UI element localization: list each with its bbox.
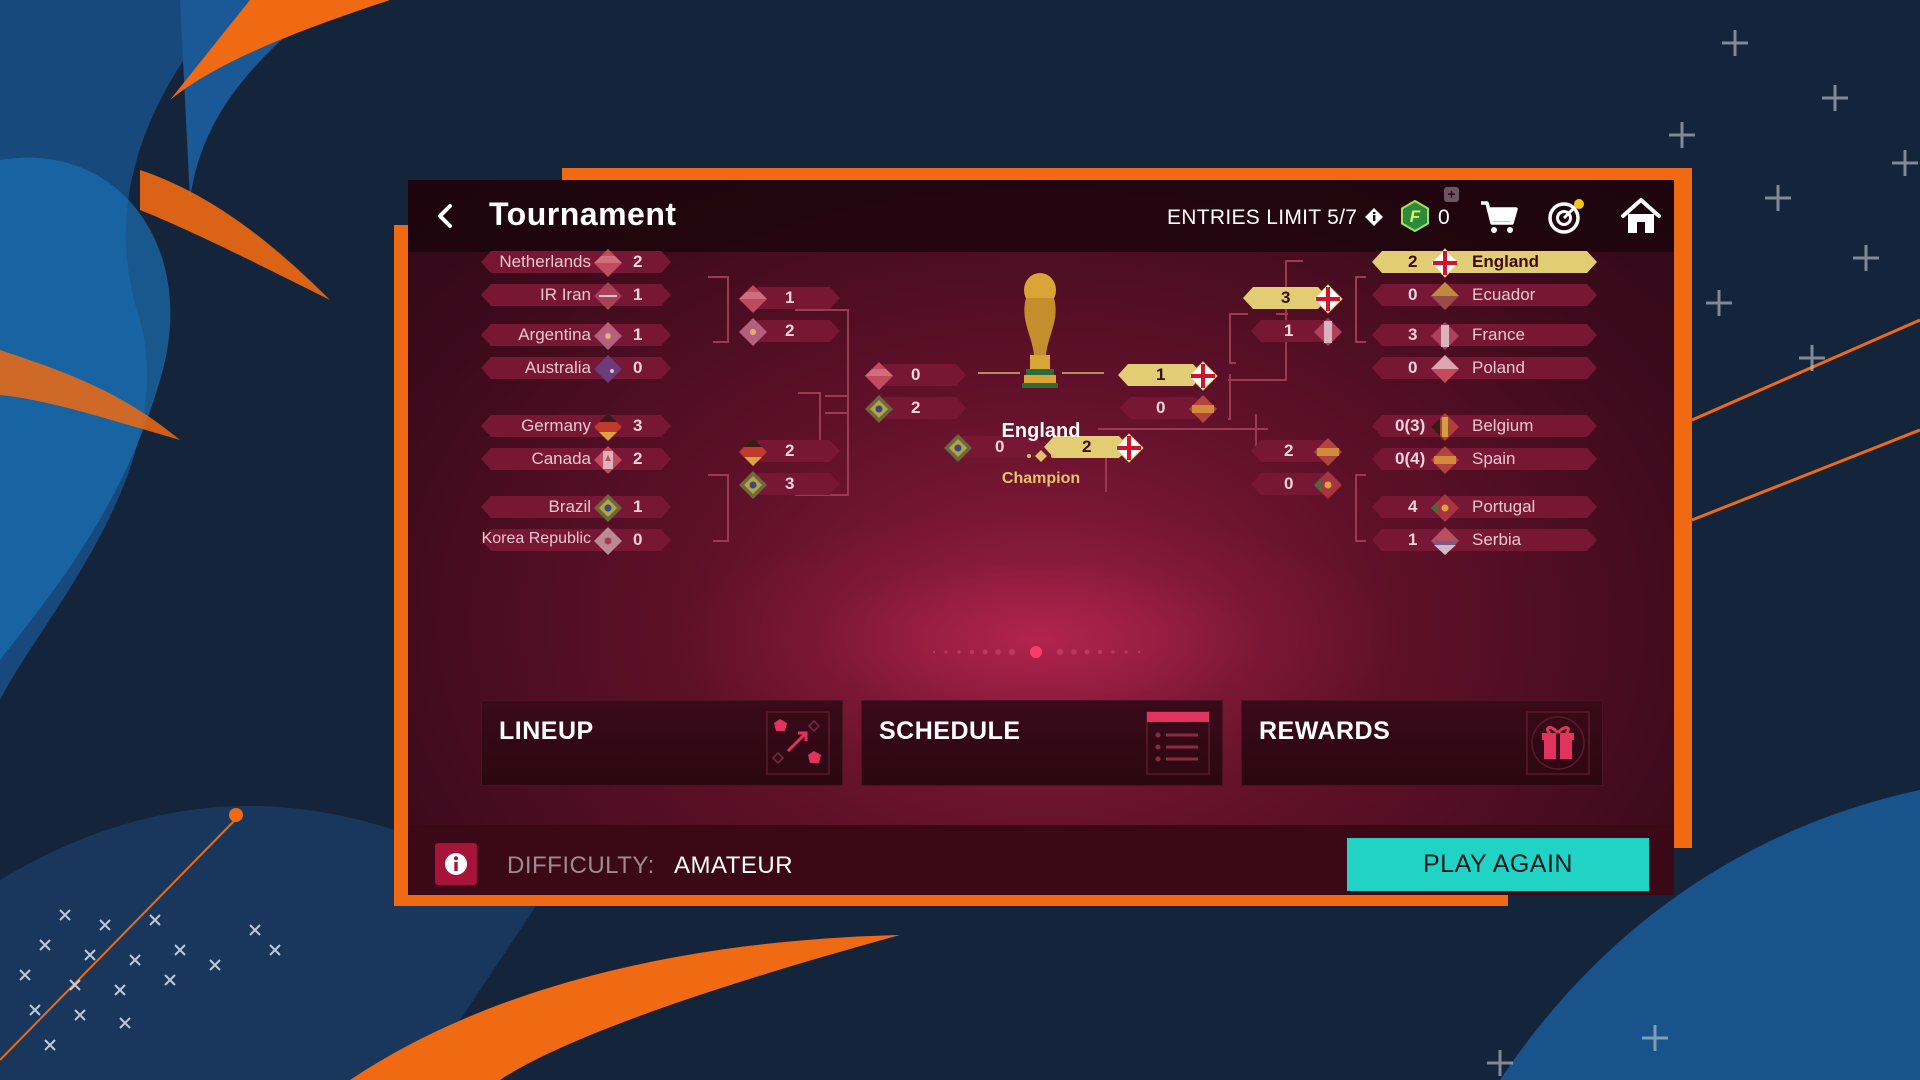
flag-canada-icon — [594, 446, 622, 474]
semi-left-row[interactable]: 2 — [864, 394, 974, 423]
flag-brazil-icon — [594, 494, 622, 522]
flag-england-icon — [1430, 248, 1460, 278]
diamond-ornament-icon — [1027, 450, 1055, 462]
difficulty-label: DIFFICULTY: — [507, 852, 655, 879]
flag-brazil-icon — [739, 471, 767, 499]
quarter-left-row[interactable]: 2 — [738, 437, 848, 466]
team-row-right[interactable]: 0 Ecuador — [1372, 281, 1612, 310]
team-row-right[interactable]: 4 Portugal — [1372, 493, 1612, 522]
difficulty-value: AMATEUR — [674, 852, 794, 879]
team-row-right[interactable]: 2 England — [1372, 248, 1612, 278]
flag-argentina-icon — [739, 318, 767, 346]
third-place-winner-row[interactable]: 1 — [1118, 361, 1228, 391]
semi-right-row[interactable]: 2 — [1251, 437, 1361, 466]
champion-team: England — [1001, 420, 1081, 442]
champion-label: Champion — [1001, 470, 1081, 487]
quarter-left-row[interactable]: 1 — [738, 284, 848, 313]
flag-france-icon — [1314, 318, 1342, 346]
flag-portugal-icon — [1431, 494, 1459, 522]
flag-belgium-icon — [1431, 413, 1459, 441]
flag-netherlands-icon — [594, 249, 622, 277]
team-row-left[interactable]: Netherlands 2 — [481, 248, 711, 277]
team-row-right[interactable]: 1 Serbia — [1372, 526, 1612, 555]
lineup-label: LINEUP — [499, 717, 594, 745]
flag-england-icon — [1313, 284, 1343, 314]
flag-england-icon — [1188, 361, 1218, 391]
play-again-button[interactable]: PLAY AGAIN — [1347, 838, 1649, 891]
quarter-left-row[interactable]: 3 — [738, 470, 848, 499]
team-row-left[interactable]: Argentina 1 — [481, 321, 711, 350]
team-row-right[interactable]: 3 France — [1372, 321, 1612, 350]
flag-iran-icon — [594, 282, 622, 310]
world-cup-trophy-icon — [1022, 273, 1058, 388]
footer-bar: DIFFICULTY: AMATEUR PLAY AGAIN — [408, 825, 1674, 895]
team-row-left[interactable]: Australia 0 — [481, 354, 711, 383]
flag-ecuador-icon — [1431, 282, 1459, 310]
flag-spain-icon — [1189, 395, 1217, 423]
flag-germany-icon — [739, 438, 767, 466]
team-row-right[interactable]: 0 Poland — [1372, 354, 1612, 383]
schedule-label: SCHEDULE — [879, 717, 1021, 745]
team-row-left[interactable]: Korea Republic 0 — [481, 526, 711, 555]
info-icon — [445, 853, 467, 875]
flag-netherlands-icon — [739, 285, 767, 313]
tournament-panel: Tournament ENTRIES LIMIT 5/7 F 0 + Nethe… — [408, 180, 1674, 895]
rewards-card[interactable]: REWARDS — [1241, 700, 1603, 786]
difficulty-info-button[interactable] — [435, 843, 477, 885]
third-place-row[interactable]: 0 — [1120, 394, 1230, 423]
flag-france-icon — [1431, 322, 1459, 350]
rewards-label: REWARDS — [1259, 717, 1391, 745]
team-row-right[interactable]: 0(3) Belgium — [1372, 412, 1612, 441]
semi-right-row[interactable]: 3 — [1243, 284, 1353, 314]
flag-germany-icon — [594, 413, 622, 441]
flag-netherlands-icon — [865, 362, 893, 390]
gift-icon — [1526, 711, 1590, 775]
lineup-icon — [766, 711, 830, 775]
schedule-icon — [1146, 711, 1210, 775]
flag-poland-icon — [1431, 355, 1459, 383]
semi-left-row[interactable]: 0 — [864, 361, 974, 390]
flag-serbia-icon — [1431, 527, 1459, 555]
lineup-card[interactable]: LINEUP — [481, 700, 843, 786]
flag-portugal-icon — [1314, 471, 1342, 499]
flag-korea-republic-icon — [594, 527, 622, 555]
flag-brazil-icon — [865, 395, 893, 423]
team-row-right[interactable]: 0(4) Spain — [1372, 445, 1612, 474]
flag-england-icon — [1114, 433, 1144, 463]
flag-brazil-icon — [944, 434, 972, 462]
team-row-left[interactable]: Germany 3 — [481, 412, 711, 441]
flag-spain-icon — [1431, 446, 1459, 474]
page-indicator — [932, 646, 1141, 658]
flag-spain-icon — [1314, 438, 1342, 466]
semi-right-row[interactable]: 1 — [1251, 317, 1361, 346]
schedule-card[interactable]: SCHEDULE — [861, 700, 1223, 786]
team-row-left[interactable]: Canada 2 — [481, 445, 711, 474]
flag-australia-icon — [594, 355, 622, 383]
semi-right-row[interactable]: 0 — [1251, 470, 1361, 499]
flag-argentina-icon — [594, 322, 622, 350]
team-row-left[interactable]: IR Iran 1 — [481, 281, 711, 310]
team-row-left[interactable]: Brazil 1 — [481, 493, 711, 522]
quarter-left-row[interactable]: 2 — [738, 317, 848, 346]
